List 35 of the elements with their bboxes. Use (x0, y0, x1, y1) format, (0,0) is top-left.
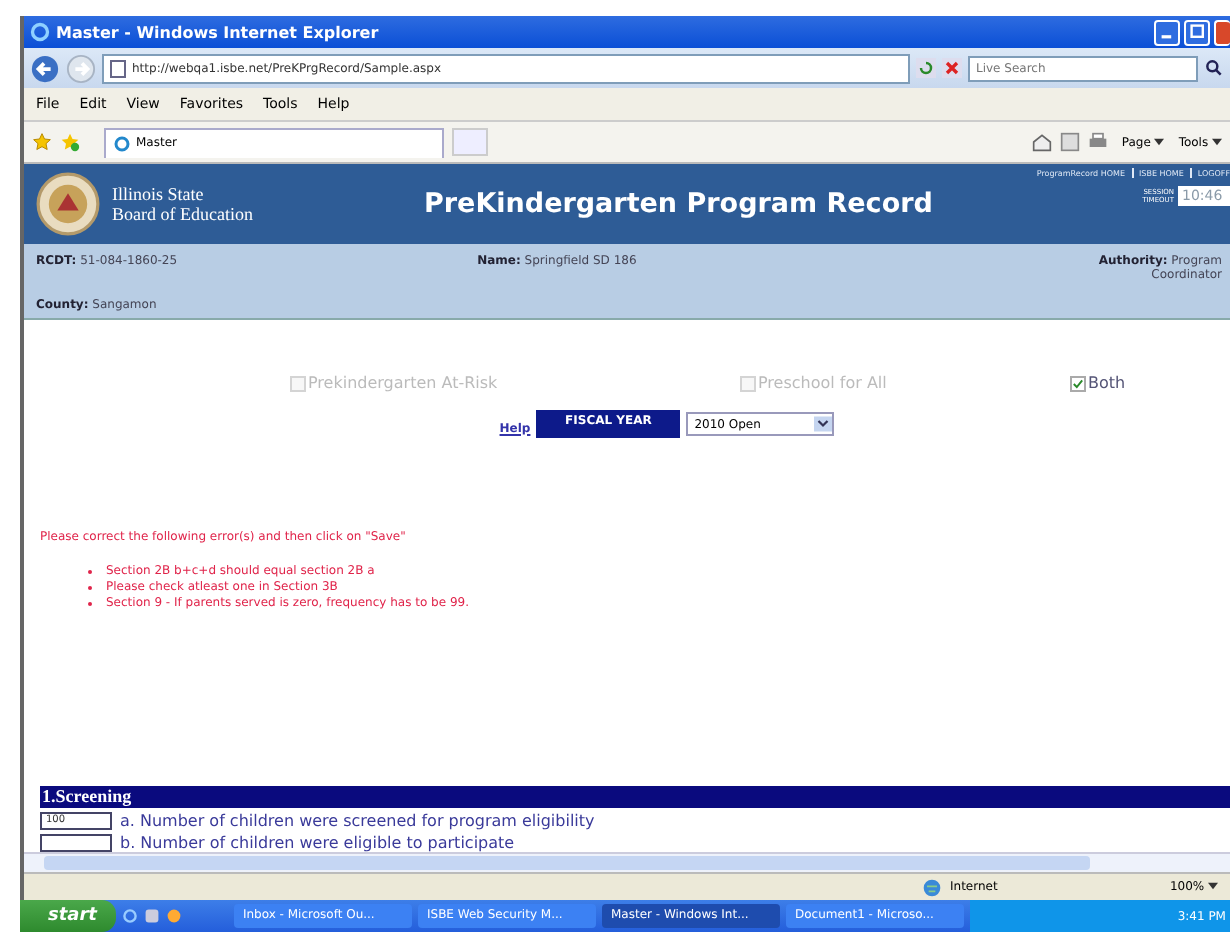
dropdown-arrow-icon (814, 414, 833, 434)
maximize-button[interactable] (1184, 19, 1210, 45)
agency-name: Illinois State (112, 184, 206, 204)
number-field[interactable] (40, 833, 112, 851)
home-icon[interactable] (1031, 132, 1052, 152)
caret-icon (1154, 137, 1165, 145)
favorites-star-icon[interactable] (32, 132, 52, 152)
back-icon[interactable] (30, 53, 60, 83)
caret-icon (1208, 882, 1218, 890)
add-favorite-icon[interactable] (60, 132, 80, 152)
checkbox[interactable] (1070, 375, 1086, 391)
question-text: a. Number of children were screened for program eligibility (120, 811, 595, 829)
globe-icon (922, 877, 942, 897)
minimize-button[interactable] (1154, 19, 1180, 45)
forward-icon[interactable] (66, 53, 96, 83)
horizontal-scrollbar[interactable] (24, 852, 1230, 872)
state-seal-icon (36, 172, 100, 236)
page-icon (110, 59, 126, 77)
close-button[interactable] (1214, 19, 1230, 45)
section-header: 1.Screening (40, 786, 1230, 808)
refresh-icon[interactable] (916, 58, 936, 78)
question-text: b. Number of children were eligible to participate (120, 833, 515, 851)
start-button[interactable]: start (20, 900, 117, 932)
program-type-option[interactable]: Both (1070, 374, 1126, 392)
page-title: PreKindergarten Program Record (424, 188, 935, 220)
window-title: Master - Windows Internet Explorer (56, 23, 381, 41)
ie-page-icon (114, 135, 130, 151)
print-icon[interactable] (1087, 132, 1108, 152)
agency-name: Board of Education (112, 204, 255, 224)
caret-icon (1212, 137, 1222, 145)
search-icon[interactable] (1204, 58, 1224, 78)
stop-icon[interactable] (942, 58, 962, 78)
ie-logo-icon (30, 22, 50, 42)
ie-quick-launch-icon[interactable] (122, 908, 139, 924)
maximize-icon (1189, 24, 1205, 40)
